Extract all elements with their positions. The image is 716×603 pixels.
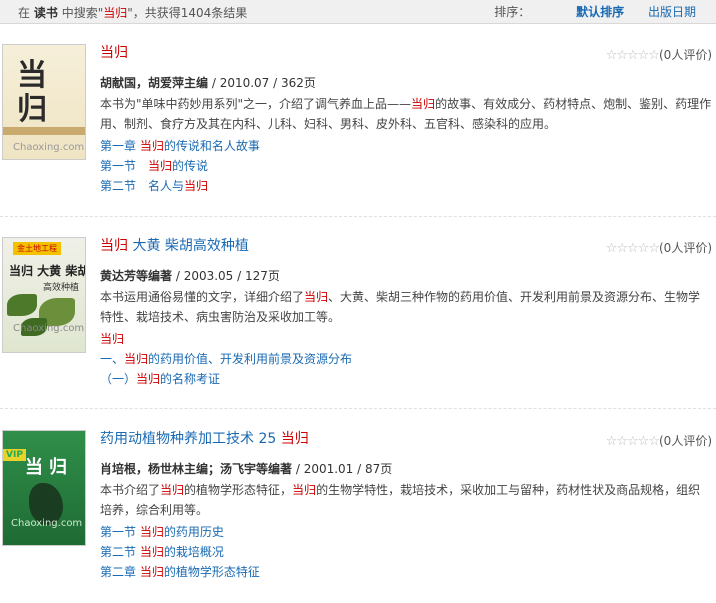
- book-meta: 黄达芳等编著 / 2003.05 / 127页: [100, 267, 712, 284]
- book-authors: 胡献国，胡爱萍主编: [100, 76, 209, 90]
- book-description: 本书介绍了当归的植物学形态特征，当归的生物学特性，栽培技术，采收加工与留种，药材…: [100, 480, 712, 520]
- chapter-list: 当归 一、当归的药用价值、开发利用前景及资源分布 （一）当归的名称考证: [100, 329, 712, 389]
- book-cover[interactable]: 当归 Chaoxing.com: [2, 44, 86, 160]
- summary-prefix: 在: [18, 6, 31, 20]
- star-rating-icon[interactable]: ☆☆☆☆☆: [606, 48, 660, 63]
- book-authors: 肖培根，杨世林主编；汤飞宇等编著: [100, 462, 293, 476]
- desc-keyword: 当归: [292, 483, 317, 497]
- chapter-keyword: 当归: [100, 332, 125, 346]
- search-summary: 在 读书 中搜索"当归"，共获得1404条结果: [18, 4, 247, 21]
- rating-count: (0人评价): [659, 434, 712, 448]
- chapter-text: 的植物学形态特征: [163, 565, 260, 579]
- chapter-text: 的名称考证: [160, 372, 221, 386]
- chapter-link[interactable]: 第一章 当归的传说和名人故事: [100, 136, 712, 156]
- chapter-keyword: 当归: [124, 352, 149, 366]
- chapter-text: 一、: [100, 352, 125, 366]
- title-keyword: 当归: [100, 45, 128, 61]
- chapter-text: 第一节: [100, 159, 149, 173]
- chapter-link[interactable]: 第二节 当归的栽培概况: [100, 542, 712, 562]
- summary-keyword: 当归: [103, 6, 128, 20]
- desc-text: 本书介绍了: [100, 483, 161, 497]
- chapter-text: 的传说: [172, 159, 209, 173]
- chapter-text: 第一节: [100, 525, 140, 539]
- chapter-link[interactable]: 第一节 当归的传说: [100, 156, 712, 176]
- rating-count: (0人评价): [659, 48, 712, 62]
- result-divider: [0, 216, 716, 217]
- star-rating-icon[interactable]: ☆☆☆☆☆: [606, 241, 660, 256]
- chapter-list: 第一节 当归的药用历史 第二节 当归的栽培概况 第二章 当归的植物学形态特征: [100, 522, 712, 582]
- cover-watermark: Chaoxing.com: [13, 323, 85, 334]
- book-meta: 胡献国，胡爱萍主编 / 2010.07 / 362页: [100, 74, 712, 91]
- sort-label: 排序：: [494, 5, 531, 19]
- chapter-text: 第二节 名人与: [100, 179, 185, 193]
- cover-vip-badge: VIP: [3, 449, 26, 461]
- title-text: 大黄 柴胡高效种植: [128, 238, 249, 254]
- chapter-keyword: 当归: [139, 565, 164, 579]
- chapter-text: 第二节: [100, 545, 140, 559]
- search-summary-bar: 在 读书 中搜索"当归"，共获得1404条结果 排序： 默认排序 出版日期: [0, 0, 716, 24]
- leaf-decoration: [7, 294, 37, 316]
- chapter-text: 的药用价值、开发利用前景及资源分布: [148, 352, 353, 366]
- cover-subtitle: 高效种植: [43, 283, 80, 293]
- book-description: 本书运用通俗易懂的文字，详细介绍了当归、大黄、柴胡三种作物的药用价值、开发利用前…: [100, 287, 712, 327]
- chapter-keyword: 当归: [139, 545, 164, 559]
- book-pub-info: / 2001.01 / 87页: [292, 462, 393, 476]
- cover-title: 当归: [17, 58, 47, 127]
- book-cover[interactable]: 金土地工程 当归 大黄 柴胡 高效种植 Chaoxing.com: [2, 237, 86, 353]
- cover-tag: 金土地工程: [13, 242, 61, 255]
- summary-count: "，共获得1404条结果: [127, 6, 248, 20]
- sort-default-link[interactable]: 默认排序: [576, 5, 624, 19]
- chapter-link[interactable]: 一、当归的药用价值、开发利用前景及资源分布: [100, 349, 712, 369]
- chapter-keyword: 当归: [139, 525, 164, 539]
- summary-scope: 读书: [33, 6, 58, 20]
- chapter-text: 第一章: [100, 139, 140, 153]
- chapter-list: 第一章 当归的传说和名人故事 第一节 当归的传说 第二节 名人与当归: [100, 136, 712, 196]
- book-meta: 肖培根，杨世林主编；汤飞宇等编著 / 2001.01 / 87页: [100, 460, 712, 477]
- desc-keyword: 当归: [304, 290, 329, 304]
- rating-count: (0人评价): [659, 241, 712, 255]
- chapter-text: 的传说和名人故事: [163, 139, 260, 153]
- cover-title: 当归: [25, 457, 73, 478]
- chapter-link[interactable]: 第二节 名人与当归: [100, 176, 712, 196]
- sort-controls: 排序： 默认排序 出版日期: [494, 3, 696, 20]
- cover-title: 当归 大黄 柴胡: [9, 264, 86, 278]
- chapter-link[interactable]: 第一节 当归的药用历史: [100, 522, 712, 542]
- desc-text: 本书运用通俗易懂的文字，详细介绍了: [100, 290, 305, 304]
- sort-date-link[interactable]: 出版日期: [648, 5, 696, 19]
- result-divider: [0, 408, 716, 409]
- chapter-link[interactable]: （一）当归的名称考证: [100, 369, 712, 389]
- desc-text: 的植物学形态特征，: [184, 483, 293, 497]
- title-keyword: 当归: [100, 238, 128, 254]
- book-description: 本书为"单味中药妙用系列"之一，介绍了调气养血上品——当归的故事、有效成分、药材…: [100, 94, 712, 134]
- summary-middle: 中搜索": [61, 6, 104, 20]
- book-authors: 黄达芳等编著: [100, 269, 173, 283]
- desc-keyword: 当归: [160, 483, 185, 497]
- chapter-link[interactable]: 当归: [100, 329, 712, 349]
- chapter-keyword: 当归: [139, 139, 164, 153]
- rating: ☆☆☆☆☆(0人评价): [606, 432, 712, 449]
- book-pub-info: / 2003.05 / 127页: [172, 269, 280, 283]
- title-keyword: 当归: [280, 431, 309, 447]
- book-pub-info: / 2010.07 / 362页: [208, 76, 316, 90]
- rating: ☆☆☆☆☆(0人评价): [606, 46, 712, 63]
- cover-band: [3, 127, 85, 135]
- star-rating-icon[interactable]: ☆☆☆☆☆: [606, 434, 660, 449]
- title-text: 药用动植物种养加工技术 25: [100, 431, 281, 447]
- chapter-keyword: 当归: [184, 179, 209, 193]
- desc-keyword: 当归: [411, 97, 436, 111]
- chapter-link[interactable]: 第二章 当归的植物学形态特征: [100, 562, 712, 582]
- cover-watermark: Chaoxing.com: [11, 518, 83, 529]
- chapter-keyword: 当归: [136, 372, 161, 386]
- chapter-text: 第二章: [100, 565, 140, 579]
- chapter-keyword: 当归: [148, 159, 173, 173]
- chapter-text: （一）: [100, 372, 137, 386]
- book-cover[interactable]: VIP 当归 Chaoxing.com: [2, 430, 86, 546]
- chapter-text: 的栽培概况: [163, 545, 224, 559]
- chapter-text: 的药用历史: [163, 525, 224, 539]
- desc-text: 本书为"单味中药妙用系列"之一，介绍了调气养血上品——: [100, 97, 412, 111]
- cover-watermark: Chaoxing.com: [13, 142, 85, 153]
- rating: ☆☆☆☆☆(0人评价): [606, 239, 712, 256]
